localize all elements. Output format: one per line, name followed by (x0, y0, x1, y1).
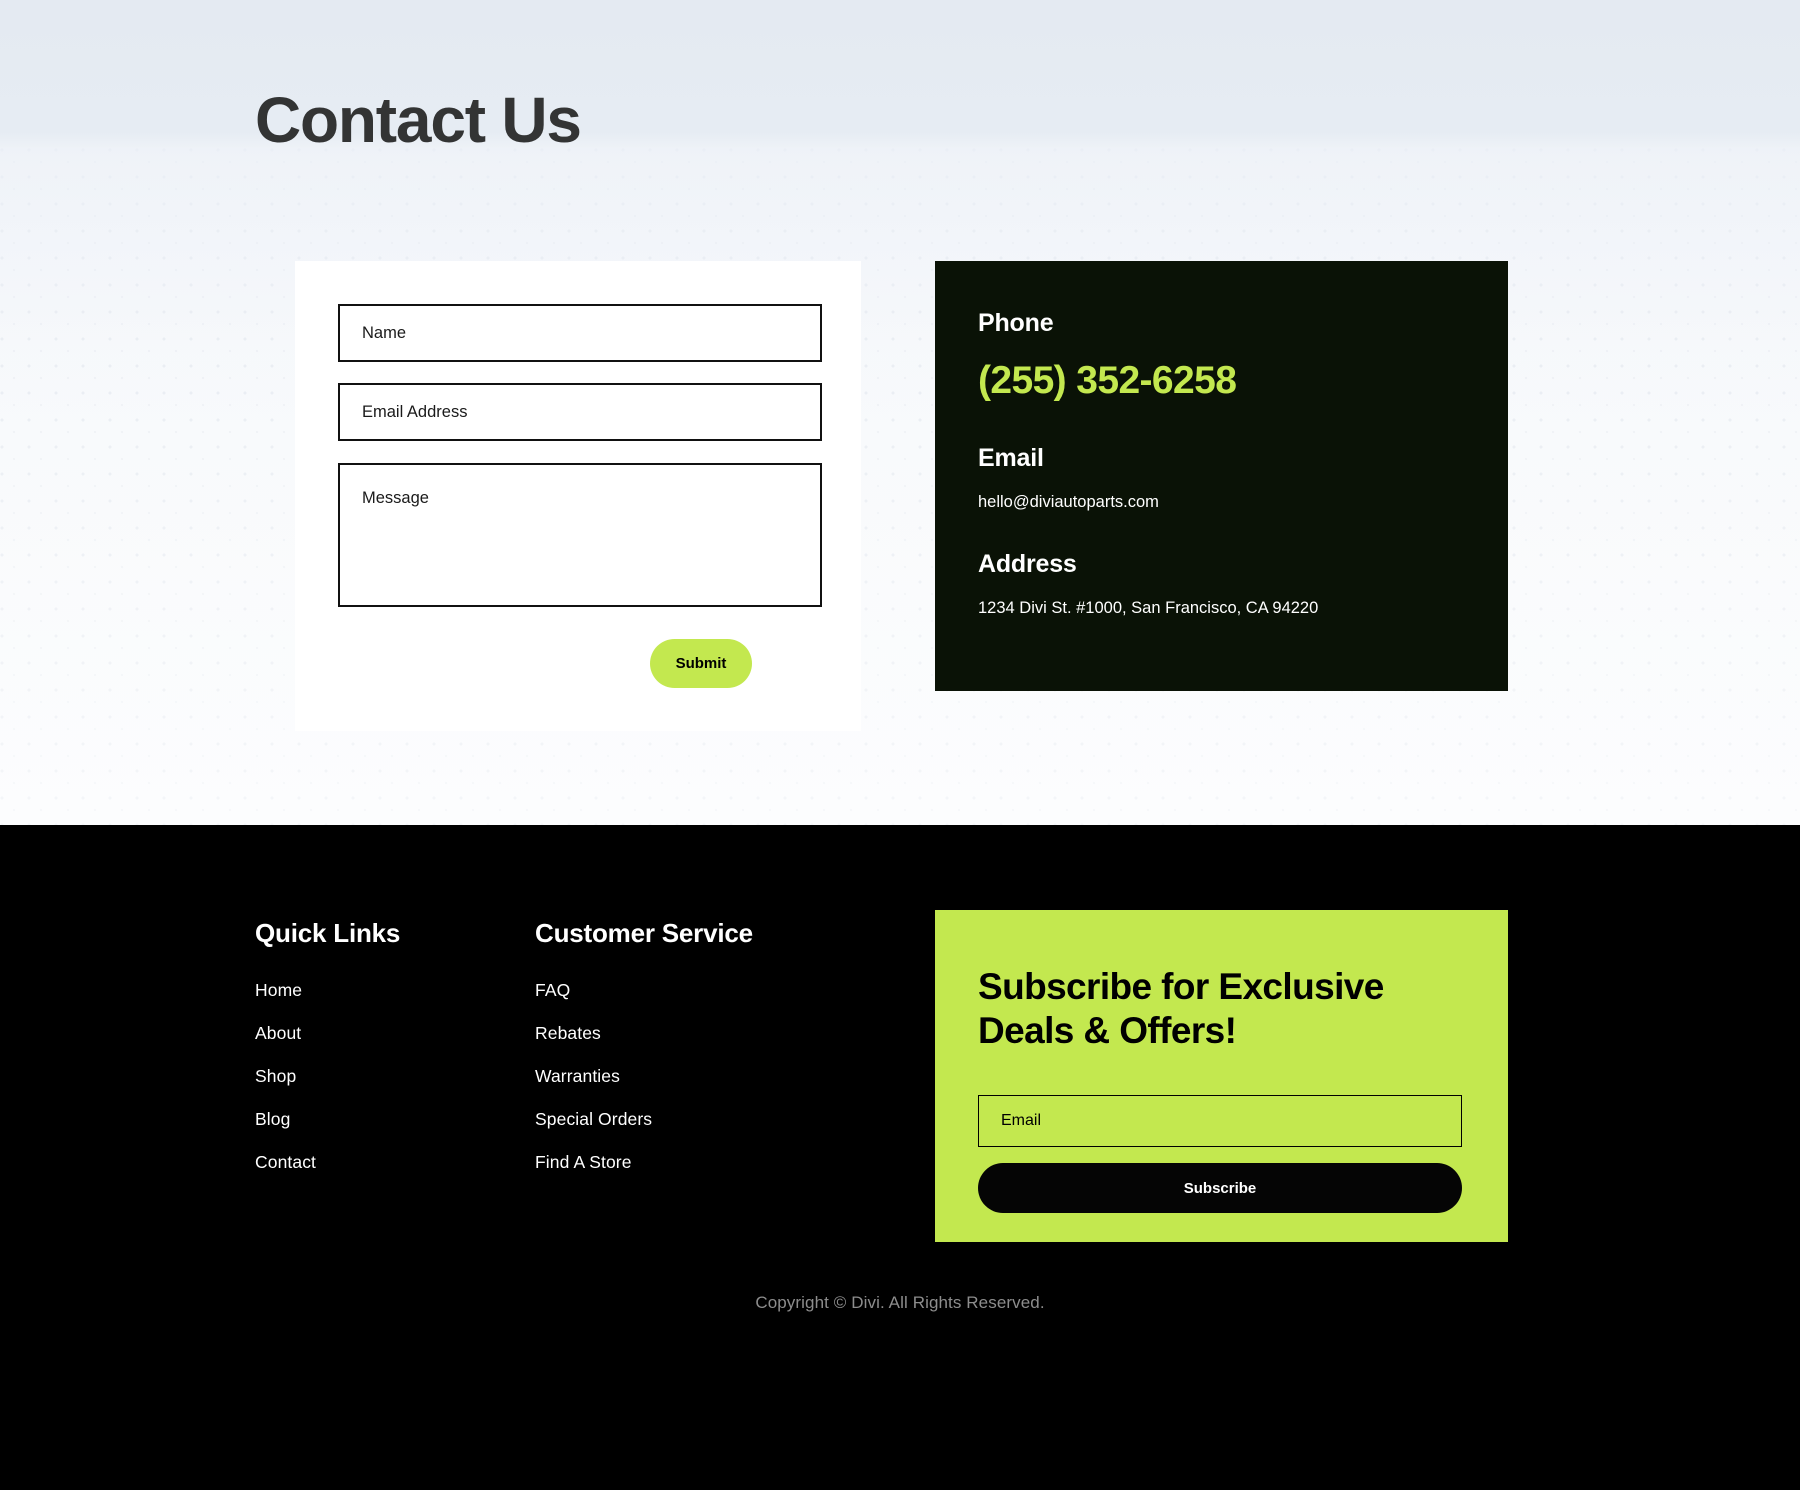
subscribe-panel: Subscribe for Exclusive Deals & Offers! … (935, 910, 1508, 1242)
email-label: Email (978, 444, 1044, 472)
phone-label: Phone (978, 309, 1054, 337)
footer-link-about[interactable]: About (255, 1023, 400, 1044)
footer-link-find-a-store[interactable]: Find A Store (535, 1152, 753, 1173)
dotted-background-pattern (0, 148, 1800, 825)
footer-column-customer-service: Customer Service FAQ Rebates Warranties … (535, 918, 753, 1195)
submit-button[interactable]: Submit (650, 639, 752, 688)
footer-link-warranties[interactable]: Warranties (535, 1066, 753, 1087)
address-label: Address (978, 550, 1077, 578)
email-address-input[interactable] (338, 383, 822, 441)
footer-link-special-orders[interactable]: Special Orders (535, 1109, 753, 1130)
subscribe-heading-line2: Deals & Offers! (978, 1009, 1237, 1051)
contact-form-card: Submit (295, 261, 861, 731)
subscribe-heading: Subscribe for Exclusive Deals & Offers! (978, 965, 1465, 1052)
footer-link-contact[interactable]: Contact (255, 1152, 400, 1173)
email-address-value[interactable]: hello@diviautoparts.com (978, 493, 1465, 512)
footer-column-quick-links: Quick Links Home About Shop Blog Contact (255, 918, 400, 1195)
phone-number[interactable]: (255) 352-6258 (978, 359, 1465, 403)
subscribe-button[interactable]: Subscribe (978, 1163, 1462, 1214)
address-value: 1234 Divi St. #1000, San Francisco, CA 9… (978, 599, 1319, 617)
footer-link-blog[interactable]: Blog (255, 1109, 400, 1130)
footer-link-faq[interactable]: FAQ (535, 980, 753, 1001)
copyright-text: Copyright © Divi. All Rights Reserved. (755, 1293, 1045, 1312)
customer-service-heading: Customer Service (535, 918, 753, 948)
contact-info-panel: Phone (255) 352-6258 Email hello@diviaut… (935, 261, 1508, 691)
subscribe-email-input[interactable] (978, 1095, 1462, 1148)
quick-links-heading: Quick Links (255, 918, 401, 948)
footer-link-rebates[interactable]: Rebates (535, 1023, 753, 1044)
message-textarea[interactable] (338, 463, 822, 607)
background-gradient-overlay (0, 148, 1800, 825)
subscribe-heading-line1: Subscribe for Exclusive (978, 966, 1384, 1007)
page-root: Contact Us Submit Phone (255) 352-6258 E… (0, 0, 1800, 1490)
footer-link-shop[interactable]: Shop (255, 1066, 400, 1087)
name-input[interactable] (338, 304, 822, 362)
footer-link-home[interactable]: Home (255, 980, 400, 1001)
page-title: Contact Us (255, 84, 582, 156)
